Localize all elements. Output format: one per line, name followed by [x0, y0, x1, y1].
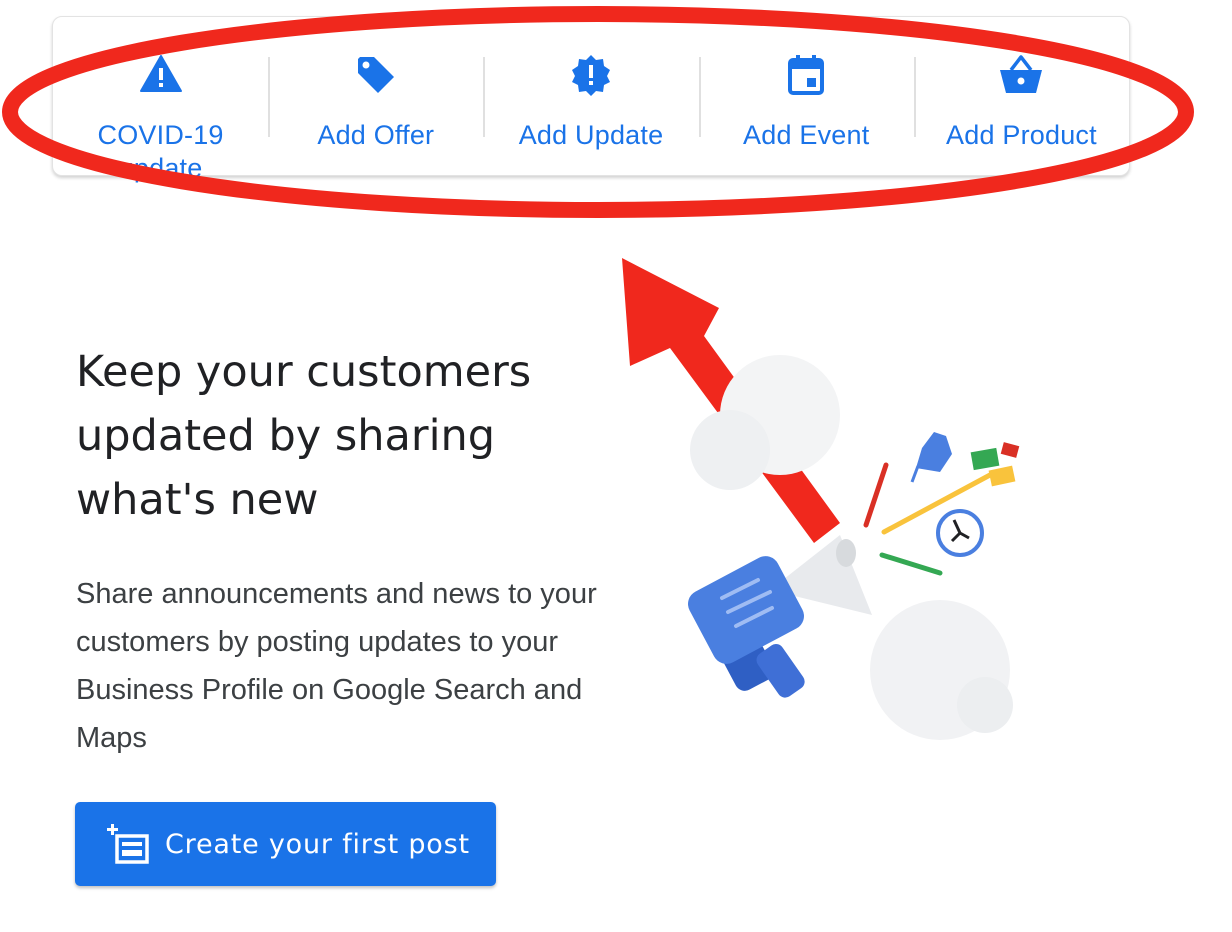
- covid-update-label: COVID-19 update: [97, 120, 224, 183]
- megaphone-illustration: [660, 340, 1040, 760]
- add-product-label: Add Product: [946, 120, 1097, 150]
- create-post-label: Create your first post: [165, 828, 470, 860]
- add-event-label: Add Event: [743, 120, 870, 150]
- add-update-label: Add Update: [518, 120, 664, 150]
- add-post-icon: [107, 822, 151, 866]
- page-headline: Keep your customers updated by sharing w…: [76, 347, 532, 525]
- add-offer-button[interactable]: Add Offer: [268, 17, 483, 175]
- alert-badge-icon: [569, 53, 613, 97]
- add-product-button[interactable]: Add Product: [913, 17, 1129, 175]
- page-description: Share announcements and news to your cus…: [76, 578, 597, 754]
- add-event-button[interactable]: Add Event: [698, 17, 914, 175]
- covid-update-button[interactable]: COVID-19 update: [53, 17, 268, 183]
- post-type-toolbar: COVID-19 update Add Offer Add Update Add…: [52, 16, 1130, 183]
- calendar-icon: [784, 53, 828, 97]
- add-offer-label: Add Offer: [317, 120, 435, 150]
- add-update-button[interactable]: Add Update: [483, 17, 698, 175]
- basket-icon: [999, 53, 1043, 97]
- tag-icon: [354, 53, 398, 97]
- create-post-button[interactable]: Create your first post: [75, 802, 496, 886]
- warning-icon: [139, 53, 183, 97]
